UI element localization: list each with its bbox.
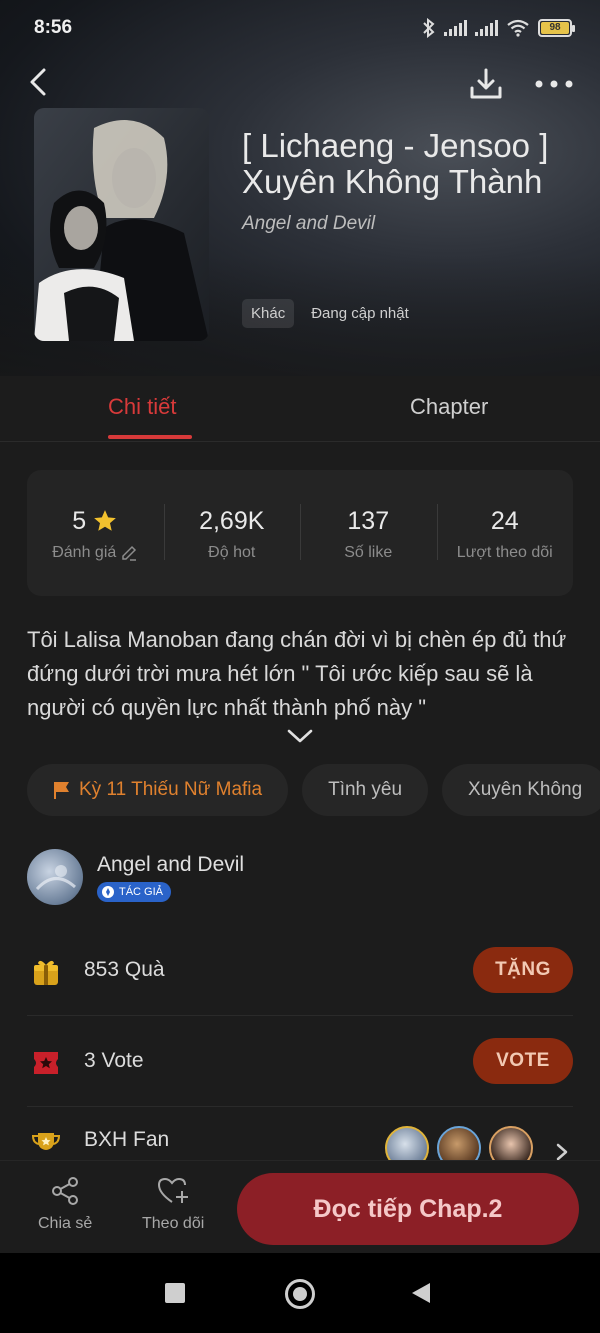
vote-button[interactable]: VOTE bbox=[473, 1038, 573, 1084]
chevron-right-icon bbox=[556, 1143, 568, 1161]
stat-hot: 2,69K Độ hot bbox=[163, 470, 301, 596]
hot-value: 2,69K bbox=[199, 506, 265, 535]
stat-likes: 137 Số like bbox=[300, 470, 437, 596]
author-badge: TÁC GIẢ bbox=[97, 882, 172, 902]
tab-bar: Chi tiết Chapter bbox=[0, 376, 600, 442]
signal-icon bbox=[444, 20, 467, 36]
stat-followers: 24 Lượt theo dõi bbox=[436, 470, 574, 596]
signal-icon-2 bbox=[475, 20, 498, 36]
tag-category[interactable]: Khác bbox=[242, 299, 295, 328]
chevron-down-icon[interactable] bbox=[285, 726, 315, 746]
share-icon bbox=[52, 1177, 79, 1205]
gift-icon bbox=[34, 960, 58, 985]
genre-chip-label: Xuyên Không bbox=[468, 779, 583, 800]
system-nav-bar bbox=[0, 1253, 600, 1333]
battery-icon: 98 bbox=[538, 19, 575, 37]
story-author[interactable]: Angel and Devil bbox=[242, 213, 375, 235]
share-button[interactable]: Chia sẻ bbox=[38, 1175, 92, 1233]
follow-button[interactable]: Theo dõi bbox=[142, 1175, 204, 1233]
flag-icon bbox=[54, 782, 69, 799]
stat-rating[interactable]: 5 Đánh giá bbox=[27, 470, 164, 596]
votes-row: 3 Vote VOTE bbox=[27, 1016, 573, 1107]
rating-value: 5 bbox=[72, 506, 87, 535]
battery-level: 98 bbox=[541, 22, 569, 34]
genre-chip-event[interactable]: Kỳ 11 Thiếu Nữ Mafia bbox=[27, 764, 289, 816]
cover-image bbox=[34, 108, 209, 341]
edit-icon bbox=[122, 545, 137, 561]
gift-button[interactable]: TẶNG bbox=[473, 947, 573, 993]
votes-count: 3 Vote bbox=[84, 1049, 144, 1072]
author-avatar[interactable] bbox=[27, 849, 83, 905]
fan-ranking-label: BXH Fan bbox=[84, 1128, 170, 1151]
genre-chip-label: Tình yêu bbox=[328, 779, 403, 800]
likes-label: Số like bbox=[344, 544, 393, 561]
continue-reading-button[interactable]: Đọc tiếp Chap.2 bbox=[237, 1173, 579, 1245]
genre-chip-label: Kỳ 11 Thiếu Nữ Mafia bbox=[79, 779, 263, 800]
avatar-art bbox=[35, 865, 77, 891]
more-options-icon[interactable] bbox=[532, 66, 576, 102]
story-tags: Khác Đang cập nhật bbox=[242, 299, 418, 328]
recent-apps-icon[interactable] bbox=[165, 1283, 185, 1303]
rating-label: Đánh giá bbox=[52, 544, 117, 561]
share-label: Chia sẻ bbox=[38, 1215, 93, 1232]
tab-indicator bbox=[108, 435, 192, 439]
followers-value: 24 bbox=[490, 506, 519, 535]
hot-label: Độ hot bbox=[208, 544, 256, 561]
back-icon[interactable] bbox=[22, 64, 58, 100]
vote-ticket-icon bbox=[34, 1052, 58, 1074]
story-header: 8:56 98 [ Lichaeng - Jensoo ] Xuyên Khôn… bbox=[0, 0, 600, 376]
bottom-action-bar: Chia sẻ Theo dõi Đọc tiếp Chap.2 bbox=[0, 1160, 600, 1253]
gifts-row: 853 Quà TẶNG bbox=[27, 925, 573, 1016]
trophy-icon bbox=[31, 1133, 61, 1150]
bluetooth-icon bbox=[423, 18, 435, 38]
status-time: 8:56 bbox=[34, 17, 73, 38]
wifi-icon bbox=[507, 19, 529, 37]
tab-details[interactable]: Chi tiết bbox=[108, 394, 176, 420]
status-icons: 98 bbox=[422, 18, 575, 38]
gifts-count: 853 Quà bbox=[84, 958, 165, 981]
story-title: [ Lichaeng - Jensoo ] Xuyên Không Thành bbox=[242, 127, 549, 200]
genre-chips: Kỳ 11 Thiếu Nữ Mafia Tình yêu Xuyên Khôn… bbox=[27, 764, 600, 816]
story-description: Tôi Lalisa Manoban đang chán đời vì bị c… bbox=[27, 627, 567, 720]
tab-chapter[interactable]: Chapter bbox=[410, 394, 488, 420]
star-icon bbox=[94, 510, 117, 531]
heart-plus-icon bbox=[158, 1177, 189, 1203]
download-icon[interactable] bbox=[466, 64, 506, 104]
author-badge-label: TÁC GIẢ bbox=[119, 886, 164, 898]
followers-label: Lượt theo dõi bbox=[456, 544, 553, 561]
top-bar bbox=[0, 58, 600, 108]
home-icon[interactable] bbox=[285, 1279, 315, 1309]
genre-chip-romance[interactable]: Tình yêu bbox=[302, 764, 429, 816]
status-bar: 8:56 98 bbox=[0, 0, 600, 58]
badge-icon bbox=[102, 886, 114, 898]
tag-status: Đang cập nhật bbox=[311, 305, 409, 322]
system-back-icon[interactable] bbox=[412, 1283, 430, 1303]
genre-chip-time-travel[interactable]: Xuyên Không bbox=[442, 764, 600, 816]
stats-card: 5 Đánh giá 2,69K Độ hot 137 Số like 24 L… bbox=[27, 470, 573, 596]
author-name[interactable]: Angel and Devil bbox=[97, 853, 244, 877]
likes-value: 137 bbox=[347, 506, 390, 535]
follow-label: Theo dõi bbox=[142, 1215, 205, 1232]
